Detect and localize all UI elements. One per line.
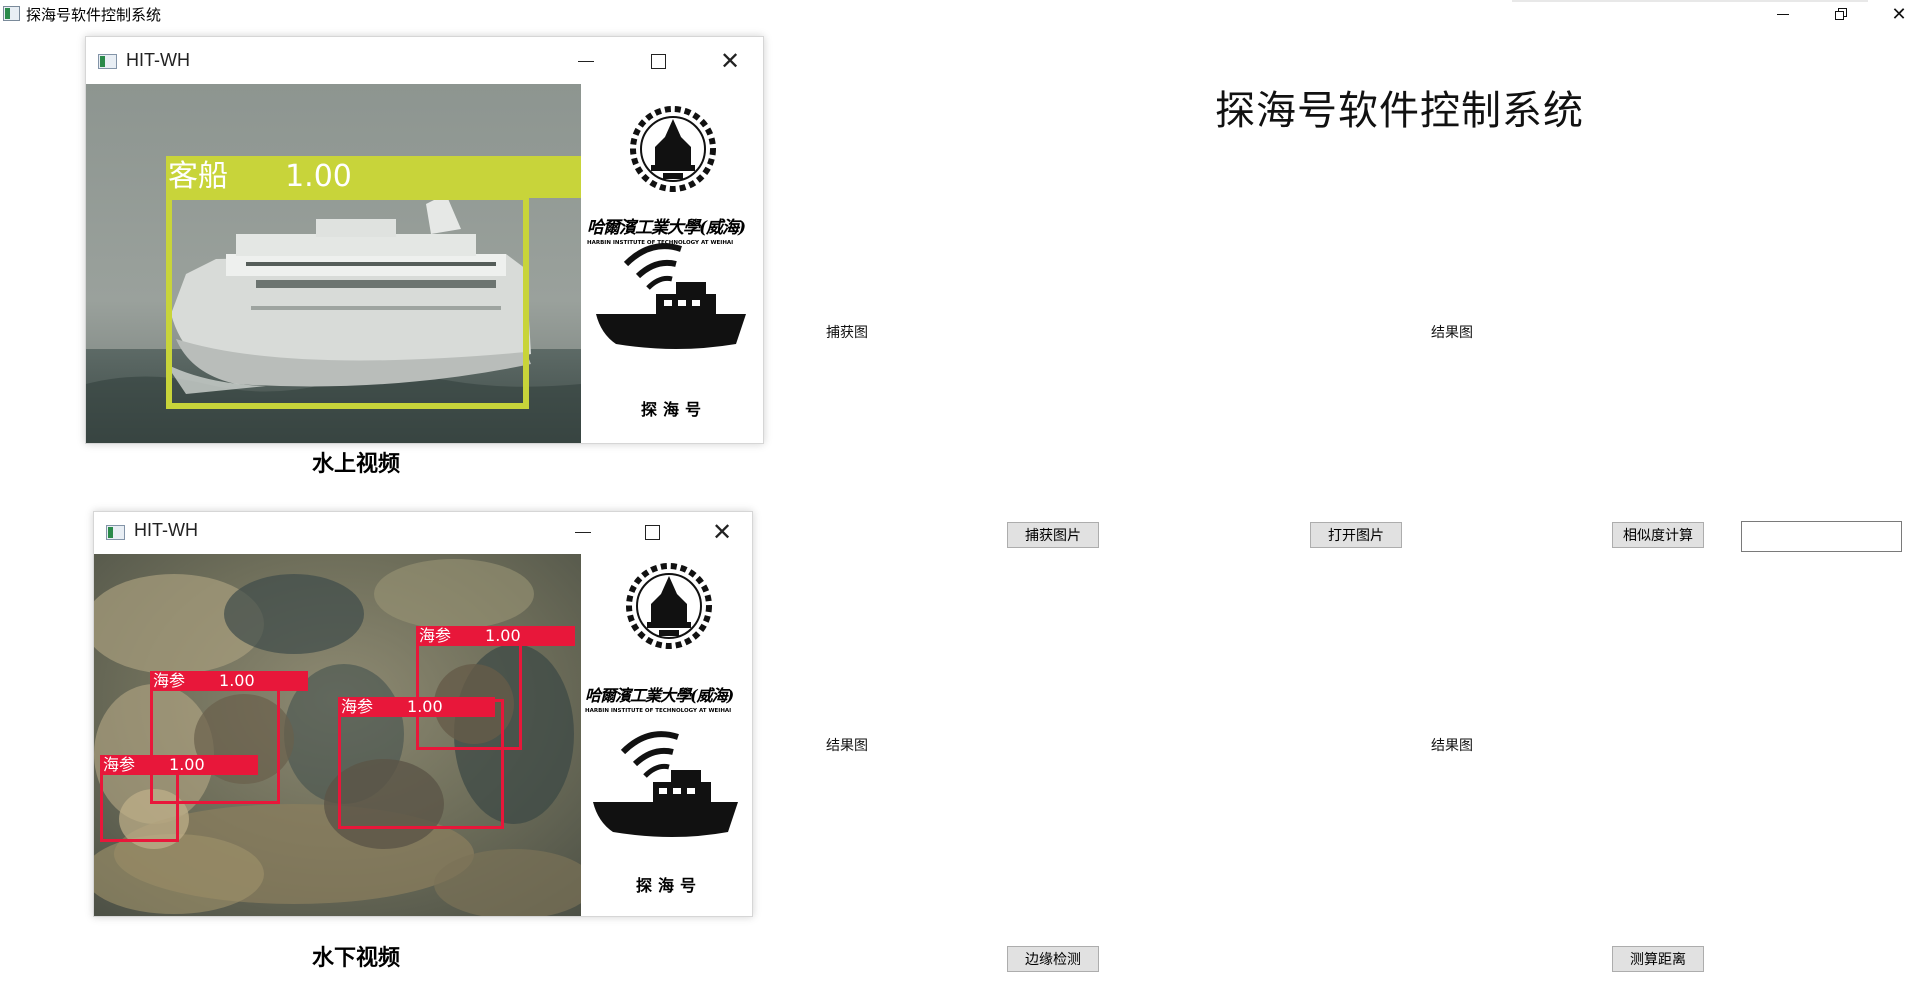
ship-detection-label: 客船 1.00 [166, 156, 581, 198]
video-close-button[interactable]: ✕ [715, 47, 745, 75]
brand-name: 探海号 [636, 876, 703, 895]
video-maximize-button[interactable] [643, 47, 673, 75]
above-water-video-window[interactable]: HIT-WH ✕ 客船 1.00 哈爾濱工業大學(威海) HARBIN INST… [85, 36, 764, 444]
logo-graphics [596, 106, 746, 349]
detection-score: 1.00 [285, 159, 352, 194]
minimize-button[interactable] [1754, 0, 1812, 28]
minimize-icon [578, 60, 594, 62]
video-app-icon [106, 525, 125, 540]
video-window-title: HIT-WH [134, 520, 198, 540]
result-image-label: 结果图 [826, 738, 868, 754]
result-image-label: 结果图 [1431, 738, 1473, 754]
university-emblem-icon [630, 106, 716, 192]
cucumber-detection-label: 海参 1.00 [338, 697, 495, 717]
logo-panel: 哈爾濱工業大學(威海) HARBIN INSTITUTE OF TECHNOLO… [581, 84, 763, 443]
tanhai-ship-logo-icon [596, 243, 746, 349]
video-maximize-button[interactable] [637, 518, 667, 546]
edge-detection-button[interactable]: 边缘检测 [1007, 946, 1099, 972]
close-icon: ✕ [719, 47, 741, 75]
university-name-en: HARBIN INSTITUTE OF TECHNOLOGY AT WEIHAI [585, 708, 732, 714]
video-minimize-button[interactable] [571, 47, 601, 75]
maximize-icon [650, 53, 666, 69]
detection-class: 客船 [168, 159, 228, 194]
video-minimize-button[interactable] [568, 518, 598, 546]
tanhai-ship-logo-icon [593, 731, 738, 837]
cucumber-detection-label: 海参 1.00 [416, 626, 575, 646]
window-title: 探海号软件控制系统 [26, 6, 162, 24]
cucumber-detection-box [338, 699, 504, 829]
underwater-caption: 水下视频 [312, 945, 401, 971]
video-window-title-bar: HIT-WH ✕ [86, 37, 763, 85]
restore-icon [1835, 8, 1847, 20]
university-name: 哈爾濱工業大學(威海) [587, 218, 746, 238]
close-icon: ✕ [711, 518, 733, 546]
main-title-bar: 探海号软件控制系统 ✕ [0, 0, 1913, 28]
university-name-en: HARBIN INSTITUTE OF TECHNOLOGY AT WEIHAI [587, 240, 734, 246]
ship-detection-box [166, 194, 529, 409]
brand-name: 探海号 [641, 400, 708, 419]
close-icon: ✕ [1891, 3, 1907, 25]
logo-panel: 哈爾濱工業大學(威海) HARBIN INSTITUTE OF TECHNOLO… [581, 554, 752, 916]
open-image-button[interactable]: 打开图片 [1310, 522, 1402, 548]
restore-button[interactable] [1812, 0, 1870, 28]
minimize-icon [575, 531, 591, 533]
video-close-button[interactable]: ✕ [707, 518, 737, 546]
above-water-video-frame: 客船 1.00 [86, 84, 581, 443]
similarity-result-field[interactable] [1741, 521, 1902, 552]
logo-graphics [593, 563, 738, 837]
university-name: 哈爾濱工業大學(威海) [585, 686, 734, 705]
video-app-icon [98, 54, 117, 69]
underwater-video-frame: 海参 1.00 海参 1.00 海参 1.00 海参 1.00 [94, 554, 581, 916]
page-title: 探海号软件控制系统 [1215, 88, 1584, 134]
capture-image-button[interactable]: 捕获图片 [1007, 522, 1099, 548]
measure-distance-button[interactable]: 测算距离 [1612, 946, 1704, 972]
university-emblem-icon [626, 563, 712, 649]
close-button[interactable]: ✕ [1870, 0, 1913, 28]
capture-image-label: 捕获图 [826, 325, 868, 341]
cucumber-detection-label: 海参 1.00 [150, 671, 308, 691]
underwater-video-window[interactable]: HIT-WH ✕ 海参 1.00 海参 1.00 海参 1.00 海参 1.00… [93, 511, 753, 917]
cucumber-detection-label: 海参 1.00 [100, 755, 258, 775]
minimize-icon [1777, 13, 1789, 15]
app-icon [3, 6, 20, 21]
video-window-title-bar: HIT-WH ✕ [94, 512, 752, 554]
above-water-caption: 水上视频 [312, 451, 401, 477]
video-window-title: HIT-WH [126, 50, 190, 70]
result-image-label: 结果图 [1431, 325, 1473, 341]
maximize-icon [644, 524, 660, 540]
similarity-calc-button[interactable]: 相似度计算 [1612, 522, 1704, 548]
